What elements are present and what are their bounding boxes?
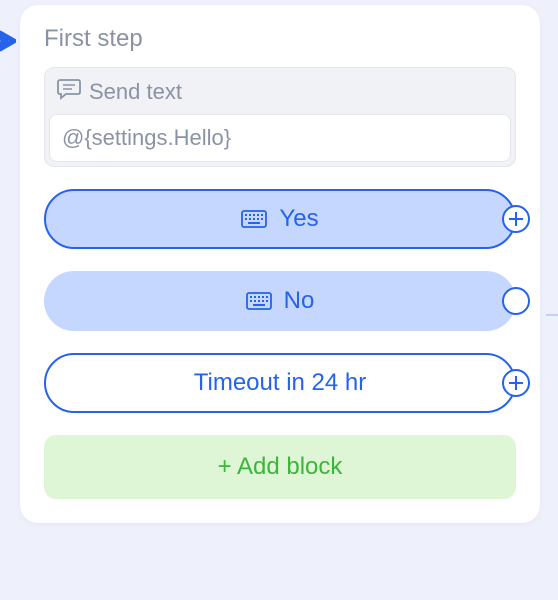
add-block-button[interactable]: + Add block (44, 435, 516, 499)
option-row-no: No (44, 271, 516, 331)
keyboard-icon (246, 292, 272, 310)
incoming-connector-arrow (0, 28, 16, 61)
option-timeout-label: Timeout in 24 hr (194, 369, 367, 397)
connector-no[interactable] (502, 287, 530, 315)
outgoing-connector-line (546, 314, 558, 316)
add-connector-yes[interactable] (502, 205, 530, 233)
send-text-block[interactable]: Send text @{settings.Hello} (44, 67, 516, 167)
option-row-timeout: Timeout in 24 hr (44, 353, 516, 413)
add-connector-timeout[interactable] (502, 369, 530, 397)
keyboard-icon (241, 210, 267, 228)
step-card: First step Send text @{settings.Hello} (20, 5, 540, 523)
send-text-label: Send text (89, 79, 182, 105)
option-row-yes: Yes (44, 189, 516, 249)
card-title: First step (44, 25, 516, 53)
option-yes-button[interactable]: Yes (44, 189, 516, 249)
option-yes-label: Yes (279, 205, 318, 233)
option-no-button[interactable]: No (44, 271, 516, 331)
speech-bubble-icon (57, 78, 81, 106)
option-no-label: No (284, 287, 315, 315)
send-text-content[interactable]: @{settings.Hello} (49, 114, 511, 162)
option-timeout-button[interactable]: Timeout in 24 hr (44, 353, 516, 413)
send-text-header: Send text (45, 68, 515, 114)
